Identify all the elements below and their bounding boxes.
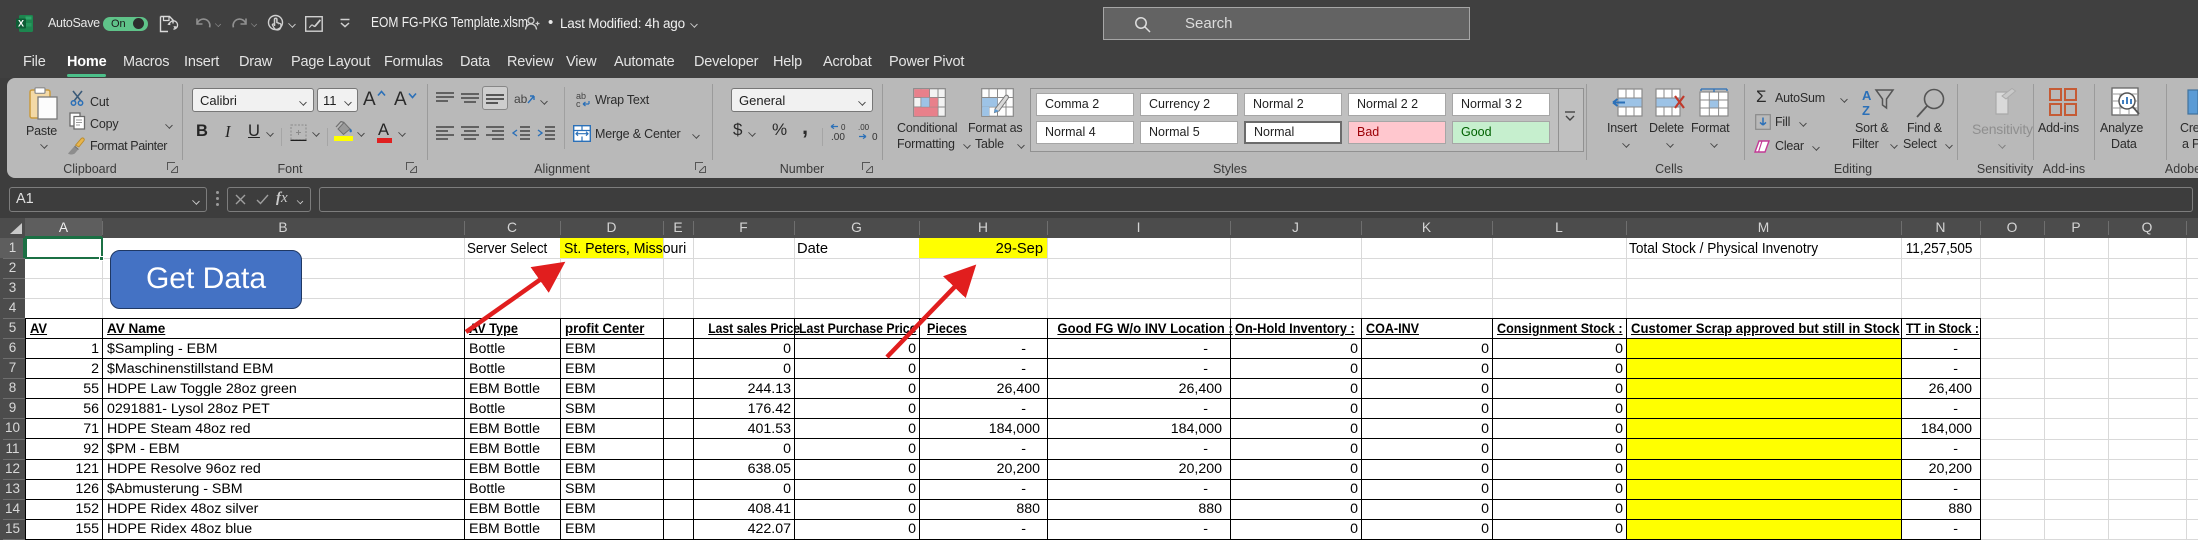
svg-text:A: A	[1862, 88, 1872, 103]
svg-text:X: X	[18, 19, 24, 29]
svg-text:c: c	[576, 99, 581, 108]
svg-text:ab: ab	[514, 92, 528, 106]
svg-text:0: 0	[872, 132, 878, 142]
svg-text:.00: .00	[831, 132, 845, 142]
svg-text:0: 0	[841, 123, 846, 132]
svg-text:Z: Z	[1862, 103, 1870, 118]
svg-text:.00: .00	[858, 123, 870, 132]
